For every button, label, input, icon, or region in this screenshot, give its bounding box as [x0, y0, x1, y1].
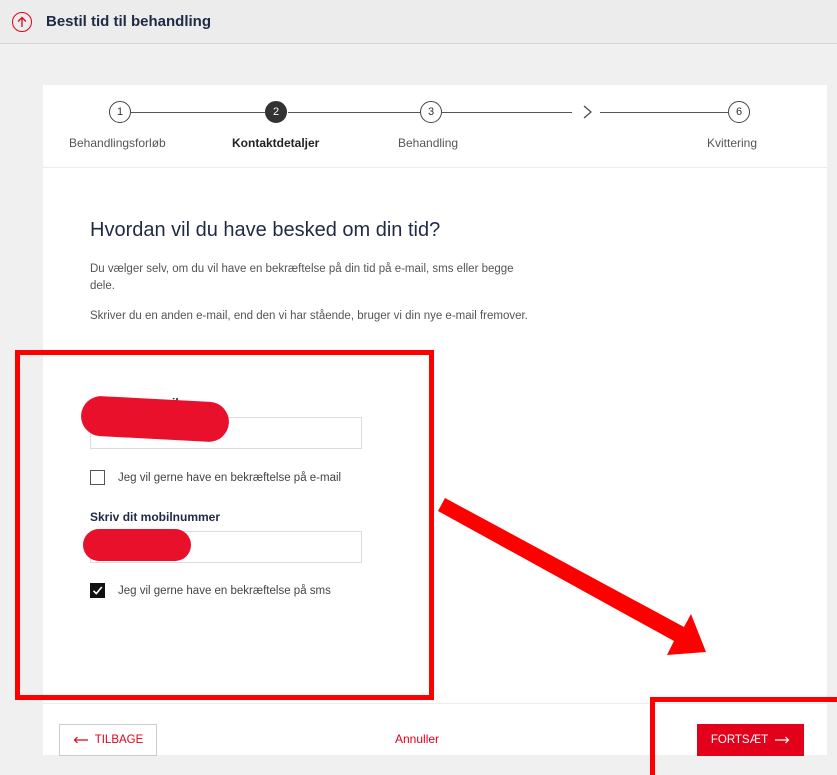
annotation-arrow-icon — [438, 498, 706, 655]
